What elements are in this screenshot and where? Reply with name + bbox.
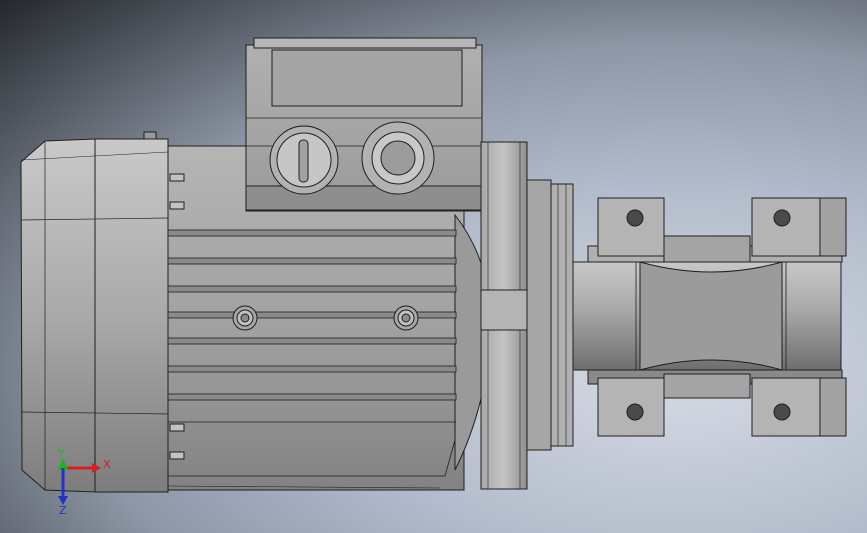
pump-foot-bottom-left [597, 377, 665, 437]
fan-cover [20, 131, 169, 493]
pump-foot-top-right [751, 197, 847, 257]
mounting-flange [480, 141, 574, 490]
pump-foot-top-left [597, 197, 665, 257]
x-axis-label: X [103, 458, 111, 471]
cable-gland [361, 121, 435, 195]
coupling-shaft [572, 235, 843, 399]
z-axis-label: Z [59, 504, 67, 517]
cad-viewport[interactable]: X Y Z [0, 0, 867, 533]
pump-foot-bottom-right [751, 377, 847, 437]
y-axis-label: Y [57, 447, 65, 460]
terminal-box [245, 37, 483, 212]
frame-bolt [232, 305, 258, 331]
frame-bolt [393, 305, 419, 331]
cable-gland-plug [269, 125, 339, 195]
motor-pump-model[interactable]: X Y Z [0, 0, 867, 533]
